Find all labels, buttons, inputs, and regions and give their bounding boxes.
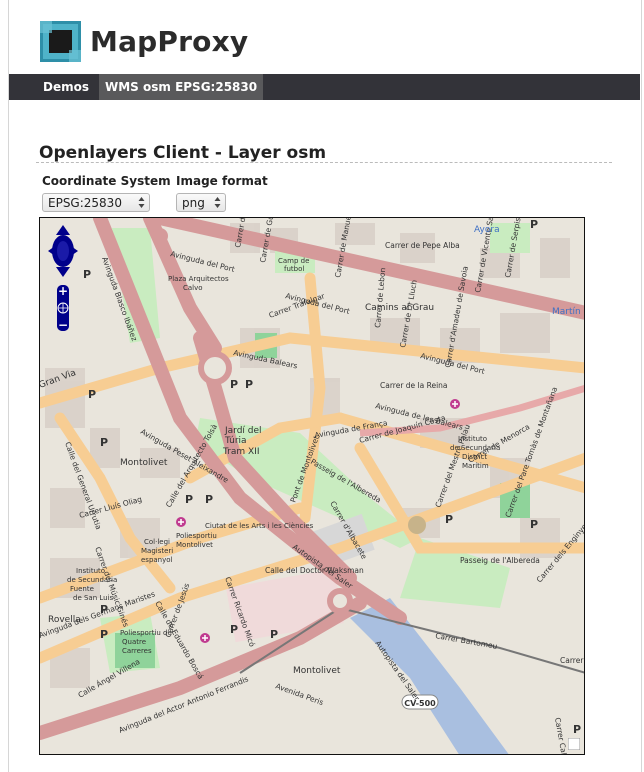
svg-text:de Secundaria: de Secundaria <box>450 444 500 452</box>
nav-demos[interactable]: Demos <box>9 74 99 100</box>
nav-wms-osm[interactable]: WMS osm EPSG:25830 <box>99 74 264 100</box>
svg-text:Rovella: Rovella <box>48 615 81 625</box>
select-arrows-icon <box>214 197 221 208</box>
svg-text:Instituto: Instituto <box>76 567 105 575</box>
app-title: MapProxy <box>90 24 249 58</box>
svg-text:Plaza Arquitectos: Plaza Arquitectos <box>168 275 229 283</box>
svg-text:Camp de: Camp de <box>278 257 309 265</box>
svg-text:P: P <box>83 268 91 281</box>
svg-text:Passeig de l'Albereda: Passeig de l'Albereda <box>460 556 540 565</box>
image-format-select[interactable]: png <box>176 193 226 212</box>
svg-text:Calle del Doctor Waksman: Calle del Doctor Waksman <box>265 566 364 575</box>
svg-text:futbol: futbol <box>284 265 304 273</box>
image-format-label: Image format <box>176 174 268 188</box>
zoom-in-icon[interactable]: + <box>58 284 68 298</box>
svg-text:Montolivet: Montolivet <box>176 541 213 549</box>
svg-text:P: P <box>100 603 108 616</box>
svg-text:de San Luis: de San Luis <box>73 594 114 602</box>
svg-text:Tram XII: Tram XII <box>222 447 260 457</box>
svg-text:Carrer de Pepe Alba: Carrer de Pepe Alba <box>385 241 460 250</box>
svg-text:CV-500: CV-500 <box>404 699 436 708</box>
svg-text:Carrer Barraca: Carrer Barraca <box>560 656 585 665</box>
coord-system-select[interactable]: EPSG:25830 <box>42 193 150 212</box>
svg-text:P: P <box>445 513 453 526</box>
svg-text:Montolivet: Montolivet <box>120 458 168 468</box>
svg-text:P: P <box>100 436 108 449</box>
svg-text:P: P <box>205 493 213 506</box>
svg-text:Carreres: Carreres <box>122 647 152 655</box>
map-tiles: CV-500 Avinguda del Port Avinguda del Po… <box>40 218 585 754</box>
header: MapProxy <box>40 19 248 63</box>
zoom-world-icon <box>57 302 69 314</box>
map-viewport[interactable]: CV-500 Avinguda del Port Avinguda del Po… <box>39 217 585 755</box>
navbar: Demos WMS osm EPSG:25830 <box>9 74 640 100</box>
pan-arrows-icon <box>48 225 78 277</box>
svg-text:P: P <box>230 378 238 391</box>
svg-text:P: P <box>270 628 278 641</box>
svg-text:Jardí del: Jardí del <box>224 426 262 436</box>
info-icon[interactable] <box>568 738 580 750</box>
title-divider <box>36 162 612 163</box>
zoom-out-icon[interactable]: − <box>58 318 68 332</box>
mapproxy-logo-icon <box>40 20 81 62</box>
svg-text:Quatre: Quatre <box>122 638 146 646</box>
svg-text:District: District <box>462 453 487 461</box>
svg-text:P: P <box>530 518 538 531</box>
svg-text:Marítim: Marítim <box>462 462 489 470</box>
svg-text:P: P <box>530 218 538 231</box>
coord-system-value: EPSG:25830 <box>48 195 122 210</box>
svg-text:Calvo: Calvo <box>183 284 203 292</box>
svg-text:Fuente: Fuente <box>70 585 94 593</box>
svg-text:P: P <box>245 378 253 391</box>
svg-text:de Secundaria: de Secundaria <box>67 576 117 584</box>
svg-text:Túria: Túria <box>224 436 247 446</box>
svg-text:P: P <box>573 723 581 736</box>
select-arrows-icon <box>138 197 145 208</box>
svg-text:Col·legi: Col·legi <box>144 538 170 546</box>
svg-text:Instituto: Instituto <box>458 435 487 443</box>
svg-text:P: P <box>230 623 238 636</box>
svg-text:Camins al Grau: Camins al Grau <box>365 303 434 313</box>
svg-text:P: P <box>185 493 193 506</box>
svg-text:Martín: Martín <box>552 307 581 317</box>
svg-text:Ciutat de les Arts i les Ciènc: Ciutat de les Arts i les Ciències <box>205 522 314 530</box>
page-title: Openlayers Client - Layer osm <box>39 143 327 163</box>
svg-text:Carrer de la Reina: Carrer de la Reina <box>380 381 448 390</box>
coord-system-label: Coordinate System <box>42 174 171 188</box>
image-format-value: png <box>182 195 205 210</box>
svg-text:P: P <box>100 628 108 641</box>
svg-text:Ayora: Ayora <box>474 225 500 235</box>
svg-text:Poliesportiu: Poliesportiu <box>176 532 217 540</box>
svg-text:Montolivet: Montolivet <box>293 666 341 676</box>
svg-text:Poliesportiu de: Poliesportiu de <box>120 629 172 637</box>
svg-text:Magisteri: Magisteri <box>141 547 173 555</box>
pan-zoom-control[interactable]: + − <box>46 223 80 333</box>
svg-text:espanyol: espanyol <box>141 556 173 564</box>
svg-text:P: P <box>88 388 96 401</box>
